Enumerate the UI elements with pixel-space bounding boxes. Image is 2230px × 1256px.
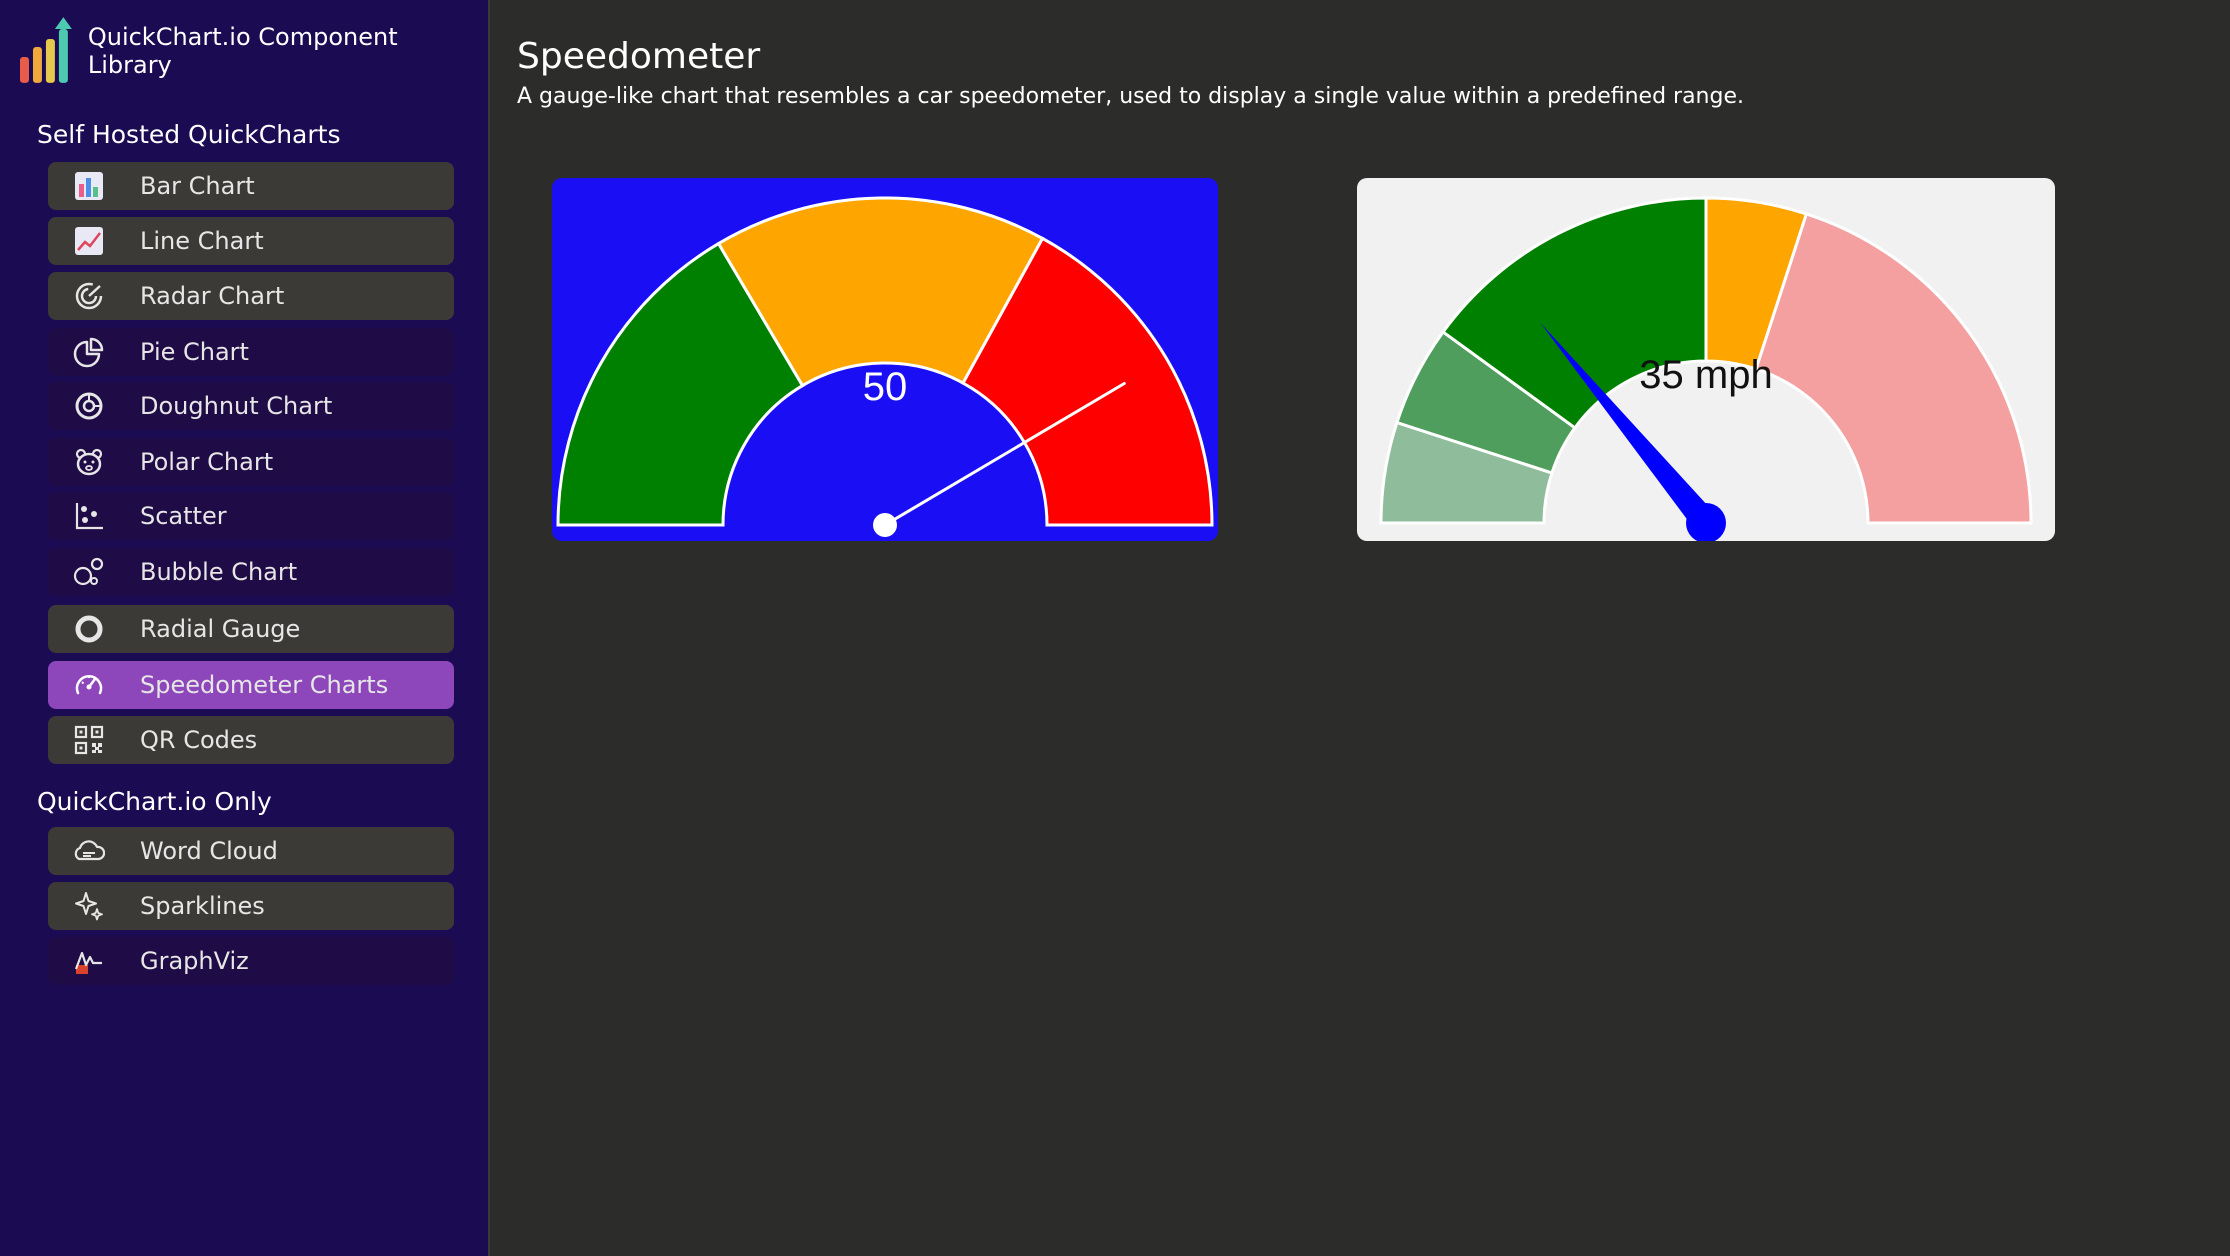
gauge-value-label: 35 mph (1639, 353, 1772, 397)
sidebar-item-label: Bar Chart (140, 172, 255, 200)
gauge-needle-hub (873, 513, 897, 537)
radial-gauge-icon (72, 612, 106, 646)
sidebar-item-label: Word Cloud (140, 837, 278, 865)
sidebar-item-label: GraphViz (140, 947, 249, 975)
gauge-band-5 (1754, 212, 2033, 525)
speedometer-chart-1: 50 (552, 178, 1218, 541)
sidebar-item-label: QR Codes (140, 726, 258, 754)
speedometer-icon (72, 668, 106, 702)
section-title-quickchart-only: QuickChart.io Only (37, 787, 272, 816)
sidebar-item-label: Sparklines (140, 892, 265, 920)
brand[interactable]: QuickChart.io Component Library (20, 16, 488, 86)
quickchart-logo-icon (20, 17, 72, 83)
sidebar-item-speedometer-charts[interactable]: Speedometer Charts (48, 661, 454, 709)
page-title: Speedometer (517, 36, 761, 77)
qr-code-icon (72, 723, 106, 757)
sidebar-item-bar-chart[interactable]: Bar Chart (48, 162, 454, 210)
cloud-icon (72, 834, 106, 868)
sidebar-item-pie-chart[interactable]: Pie Chart (48, 328, 454, 376)
page-description: A gauge-like chart that resembles a car … (517, 84, 1744, 109)
sidebar-item-label: Pie Chart (140, 338, 249, 366)
section-title-self-hosted: Self Hosted QuickCharts (37, 120, 341, 149)
sidebar-item-sparklines[interactable]: Sparklines (48, 882, 454, 930)
sidebar-item-bubble-chart[interactable]: Bubble Chart (48, 548, 454, 596)
sparkles-icon (72, 889, 106, 923)
sidebar-item-label: Polar Chart (140, 448, 274, 476)
sidebar-item-line-chart[interactable]: Line Chart (48, 217, 454, 265)
bar-chart-icon (72, 169, 106, 203)
sidebar-item-polar-chart[interactable]: Polar Chart (48, 438, 454, 486)
sidebar-item-label: Radial Gauge (140, 615, 301, 643)
sidebar-item-word-cloud[interactable]: Word Cloud (48, 827, 454, 875)
graphviz-icon (72, 944, 106, 978)
sidebar: QuickChart.io Component Library Self Hos… (0, 0, 490, 1256)
sidebar-item-label: Line Chart (140, 227, 264, 255)
sidebar-item-scatter[interactable]: Scatter (48, 492, 454, 540)
speedometer-svg-2: 35 mph (1379, 196, 2033, 541)
sidebar-item-label: Radar Chart (140, 282, 285, 310)
radar-chart-icon (72, 279, 106, 313)
sidebar-item-label: Speedometer Charts (140, 671, 389, 699)
sidebar-item-doughnut-chart[interactable]: Doughnut Chart (48, 382, 454, 430)
gauge-value-label: 50 (863, 365, 908, 409)
sidebar-item-radar-chart[interactable]: Radar Chart (48, 272, 454, 320)
sidebar-item-label: Doughnut Chart (140, 392, 333, 420)
sidebar-item-graphviz[interactable]: GraphViz (48, 937, 454, 985)
speedometer-chart-2: 35 mph (1357, 178, 2055, 541)
polar-bear-icon (72, 445, 106, 479)
sidebar-item-label: Bubble Chart (140, 558, 298, 586)
bubble-chart-icon (72, 555, 106, 589)
brand-title: QuickChart.io Component Library (87, 23, 398, 79)
scatter-icon (72, 499, 106, 533)
doughnut-chart-icon (72, 389, 106, 423)
sidebar-item-radial-gauge[interactable]: Radial Gauge (48, 605, 454, 653)
speedometer-svg-1: 50 (556, 196, 1214, 537)
sidebar-item-label: Scatter (140, 502, 227, 530)
sidebar-item-qr-codes[interactable]: QR Codes (48, 716, 454, 764)
pie-chart-icon (72, 335, 106, 369)
line-chart-icon (72, 224, 106, 258)
